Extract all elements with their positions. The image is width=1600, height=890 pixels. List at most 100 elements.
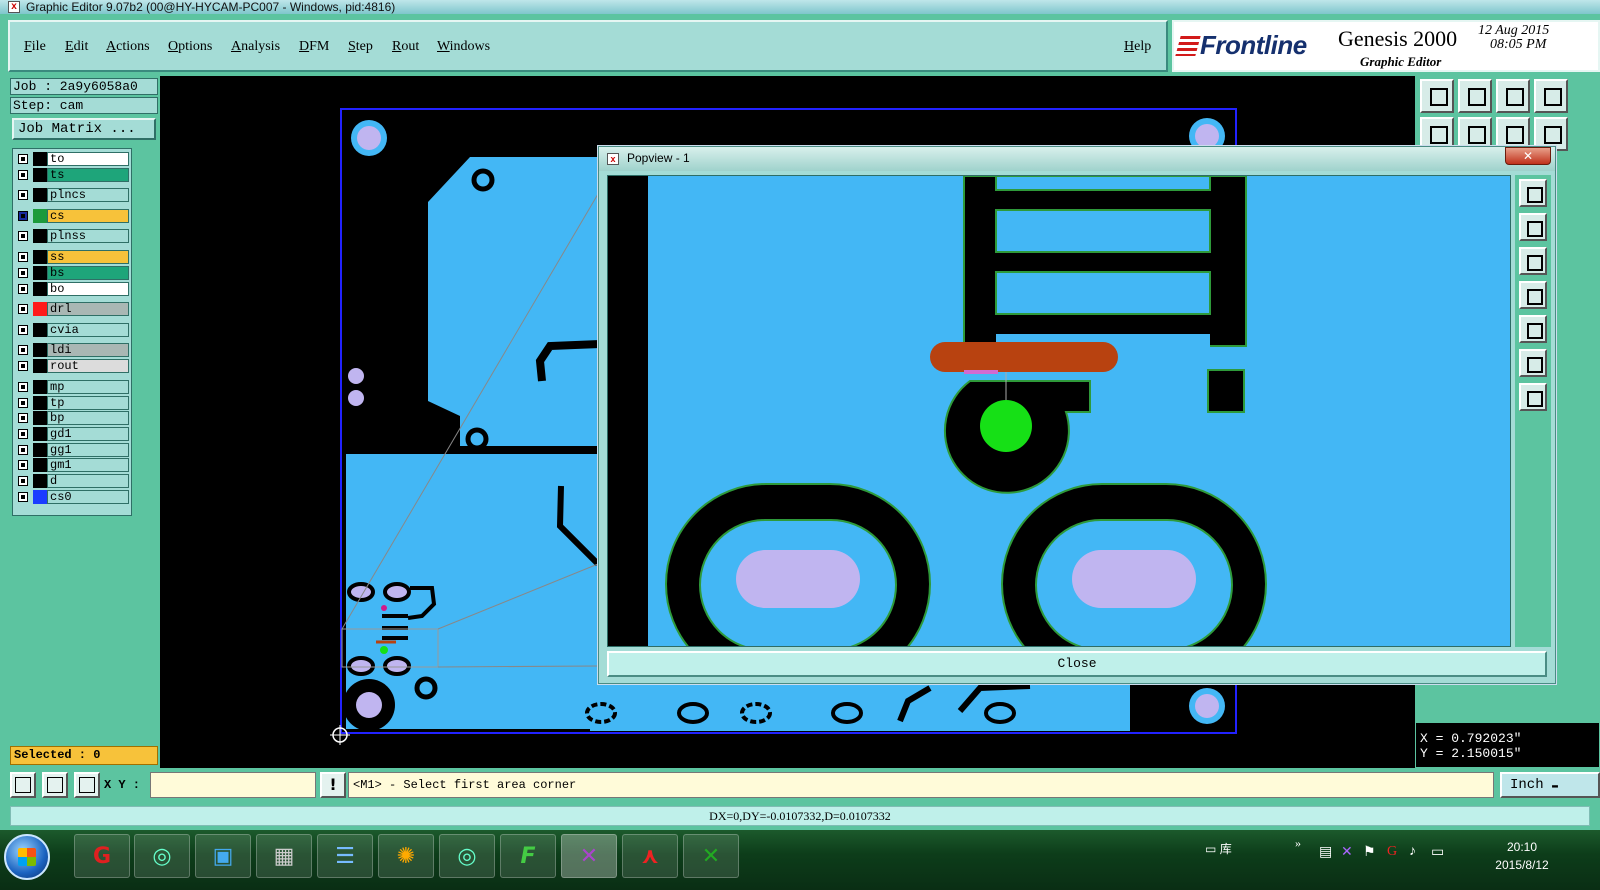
menu-dfm[interactable]: DFM	[299, 39, 329, 55]
menu-windows[interactable]: Windows	[437, 39, 490, 55]
layer-color-swatch[interactable]	[33, 427, 47, 441]
layer-row-bp[interactable]: bp	[15, 411, 131, 425]
layer-checkbox[interactable]	[18, 268, 28, 278]
menu-step[interactable]: Step	[348, 39, 373, 55]
layer-checkbox[interactable]	[18, 460, 28, 470]
layer-checkbox[interactable]	[18, 345, 28, 355]
layer-color-swatch[interactable]	[33, 411, 47, 425]
layer-name[interactable]: cs	[47, 209, 129, 223]
menu-file[interactable]: File	[24, 39, 46, 55]
layer-checkbox[interactable]	[18, 252, 28, 262]
layer-color-swatch[interactable]	[33, 443, 47, 457]
xy-input[interactable]	[150, 772, 316, 798]
flag-icon[interactable]: ⚑	[1363, 844, 1376, 861]
layer-checkbox[interactable]	[18, 361, 28, 371]
layer-checkbox[interactable]	[18, 445, 28, 455]
volume-icon[interactable]: ♪	[1409, 844, 1416, 860]
save-icon[interactable]: ▣	[195, 834, 251, 878]
notepad-icon[interactable]: ☰	[317, 834, 373, 878]
layer-row-mp[interactable]: mp	[15, 380, 131, 394]
popview-zoom-icon[interactable]	[1519, 179, 1547, 207]
layer-color-swatch[interactable]	[33, 323, 47, 337]
popview-drawing[interactable]	[608, 176, 1511, 647]
layer-name[interactable]: cs0	[47, 490, 129, 504]
layer-name[interactable]: ldi	[47, 343, 129, 357]
popview-close-button[interactable]: Close	[607, 651, 1547, 677]
layer-name[interactable]: gm1	[47, 458, 129, 472]
layer-row-rout[interactable]: rout	[15, 359, 131, 373]
tool-fit-icon[interactable]	[1534, 79, 1568, 113]
frontline-icon[interactable]: F	[500, 834, 556, 878]
layer-row-plncs[interactable]: plncs	[15, 188, 131, 202]
layer-checkbox[interactable]	[18, 211, 28, 221]
layer-row-gg1[interactable]: gg1	[15, 443, 131, 457]
layer-color-swatch[interactable]	[33, 359, 47, 373]
menu-edit[interactable]: Edit	[65, 39, 88, 55]
layer-row-cvia[interactable]: cvia	[15, 323, 131, 337]
excel-icon[interactable]: ✕	[683, 834, 739, 878]
genesis-tray-icon[interactable]: G	[1387, 844, 1397, 860]
layer-checkbox[interactable]	[18, 413, 28, 423]
layer-name[interactable]: gd1	[47, 427, 129, 441]
job-matrix-button[interactable]: Job Matrix ...	[12, 118, 156, 140]
layer-row-cs0[interactable]: cs0	[15, 490, 131, 504]
layer-checkbox[interactable]	[18, 170, 28, 180]
layer-name[interactable]: tp	[47, 396, 129, 410]
layer-checkbox[interactable]	[18, 325, 28, 335]
layer-name[interactable]: ts	[47, 168, 129, 182]
unit-selector[interactable]: Inch ▬	[1500, 772, 1600, 798]
layer-color-swatch[interactable]	[33, 396, 47, 410]
layer-checkbox[interactable]	[18, 382, 28, 392]
layer-row-plnss[interactable]: plnss	[15, 229, 131, 243]
layer-row-bs[interactable]: bs	[15, 266, 131, 280]
popview-zoom-out-icon[interactable]	[1519, 247, 1547, 275]
layer-color-swatch[interactable]	[33, 188, 47, 202]
tool-zoom-home-icon[interactable]	[1420, 79, 1454, 113]
layer-color-swatch[interactable]	[33, 343, 47, 357]
layer-name[interactable]: rout	[47, 359, 129, 373]
menu-options[interactable]: Options	[168, 39, 212, 55]
layer-name[interactable]: bo	[47, 282, 129, 296]
layer-name[interactable]: bp	[47, 411, 129, 425]
editor-icon[interactable]: ✕	[561, 834, 617, 878]
layer-row-gd1[interactable]: gd1	[15, 427, 131, 441]
layer-name[interactable]: gg1	[47, 443, 129, 457]
layer-name[interactable]: cvia	[47, 323, 129, 337]
popview-home-icon[interactable]	[1519, 383, 1547, 411]
network-icon[interactable]: ▤	[1319, 844, 1332, 861]
layer-name[interactable]: to	[47, 152, 129, 166]
pdf-icon[interactable]: ⋏	[622, 834, 678, 878]
layer-color-swatch[interactable]	[33, 266, 47, 280]
snap-intersect-icon[interactable]	[74, 772, 100, 798]
layer-checkbox[interactable]	[18, 398, 28, 408]
layer-checkbox[interactable]	[18, 231, 28, 241]
display-icon[interactable]: ▭	[1431, 844, 1444, 861]
layer-checkbox[interactable]	[18, 304, 28, 314]
shell-icon[interactable]: ✺	[378, 834, 434, 878]
layer-row-d[interactable]: d	[15, 474, 131, 488]
layer-name[interactable]: plnss	[47, 229, 129, 243]
start-button[interactable]	[4, 834, 50, 880]
tray-folder[interactable]: ▭ 库	[1205, 840, 1232, 857]
layer-row-ss[interactable]: ss	[15, 250, 131, 264]
tray-expand-icon[interactable]: »	[1295, 836, 1301, 851]
layer-row-tp[interactable]: tp	[15, 396, 131, 410]
calculator-icon[interactable]: ▦	[256, 834, 312, 878]
layer-checkbox[interactable]	[18, 284, 28, 294]
clock[interactable]: 20:10 2015/8/12	[1480, 838, 1564, 874]
layer-row-drl[interactable]: drl	[15, 302, 131, 316]
genesis-icon[interactable]: G	[74, 834, 130, 878]
layer-color-swatch[interactable]	[33, 282, 47, 296]
layer-name[interactable]: drl	[47, 302, 129, 316]
layer-color-swatch[interactable]	[33, 490, 47, 504]
popview-pan-right-icon[interactable]	[1519, 315, 1547, 343]
layer-color-swatch[interactable]	[33, 209, 47, 223]
layer-color-swatch[interactable]	[33, 380, 47, 394]
menu-help[interactable]: Help	[1124, 39, 1151, 55]
snap-grid-icon[interactable]	[10, 772, 36, 798]
layer-color-swatch[interactable]	[33, 250, 47, 264]
popview-fit-icon[interactable]	[1519, 349, 1547, 377]
layer-name[interactable]: d	[47, 474, 129, 488]
app-tray-icon[interactable]: ✕	[1341, 844, 1353, 861]
tool-home-icon[interactable]	[1496, 79, 1530, 113]
